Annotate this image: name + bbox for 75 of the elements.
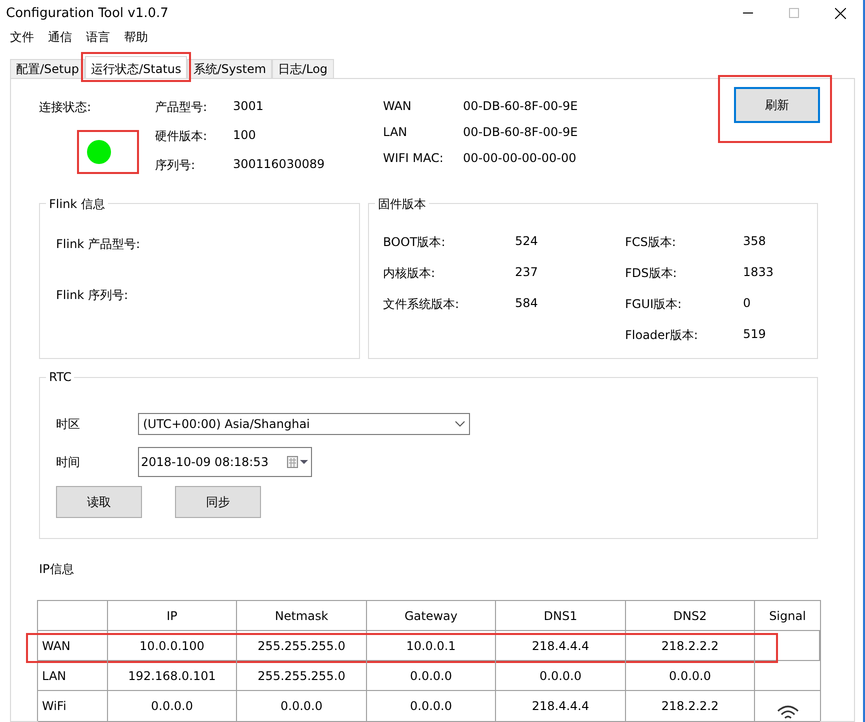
column-header: Gateway: [367, 601, 496, 631]
field-label: Floader版本:: [625, 327, 699, 344]
column-header: Signal: [755, 601, 820, 631]
menu-item[interactable]: 通信: [48, 28, 72, 46]
group-title: 固件版本: [375, 196, 429, 213]
table-cell: 192.168.0.101: [108, 661, 237, 691]
field-label: Flink 序列号:: [56, 287, 129, 304]
table-cell: 0.0.0.0: [237, 691, 367, 722]
table-cell: 0.0.0.0: [108, 691, 237, 722]
field-label: LAN: [383, 125, 408, 139]
calendar-icon[interactable]: [287, 456, 309, 468]
section-title: IP信息: [39, 561, 75, 578]
window-title: Configuration Tool v1.0.7: [6, 6, 168, 20]
field-value: 0: [743, 296, 752, 312]
action-button[interactable]: 读取: [56, 486, 142, 518]
field-value: 237: [515, 265, 539, 281]
field-value: 100: [233, 128, 257, 144]
timezone-dropdown[interactable]: (UTC+00:00) Asia/Shanghai: [138, 413, 470, 435]
field-value: 00-DB-60-8F-00-9E: [463, 125, 579, 139]
field-label: 文件系统版本:: [383, 296, 460, 313]
field-label: FGUI版本:: [625, 296, 683, 313]
table-cell: 218.2.2.2: [626, 631, 755, 661]
field-value: 358: [743, 234, 767, 250]
field-label: WIFI MAC:: [383, 151, 444, 165]
column-header: Netmask: [237, 601, 367, 631]
table-cell: 255.255.255.0: [237, 631, 367, 661]
field-value: 524: [515, 234, 539, 250]
column-header: DNS1: [496, 601, 626, 631]
table-cell: 10.0.0.100: [108, 631, 237, 661]
wifi-icon: [776, 705, 798, 721]
table-cell: WAN: [38, 631, 108, 661]
table-cell: 255.255.255.0: [237, 661, 367, 691]
table-cell: LAN: [38, 661, 108, 691]
field-label: FDS版本:: [625, 265, 678, 282]
field-label: FCS版本:: [625, 234, 677, 251]
field-value: 1833: [743, 265, 775, 281]
field-label: WAN: [383, 99, 412, 113]
field-label: 硬件版本:: [155, 128, 208, 145]
field-label: 产品型号:: [155, 99, 208, 116]
table-cell: 0.0.0.0: [626, 661, 755, 691]
column-header: DNS2: [626, 601, 755, 631]
menu-item[interactable]: 帮助: [124, 28, 148, 46]
table-cell: 218.4.4.4: [496, 631, 626, 661]
field-label: 内核版本:: [383, 265, 436, 282]
connection-label: 连接状态:: [39, 99, 92, 116]
table-cell: 0.0.0.0: [367, 661, 496, 691]
tab[interactable]: 配置/Setup: [10, 59, 85, 78]
menu-item[interactable]: 语言: [86, 28, 110, 46]
tab[interactable]: 日志/Log: [272, 59, 334, 78]
field-label: 时区: [56, 416, 81, 432]
table-cell: WiFi: [38, 691, 108, 722]
action-button[interactable]: 同步: [175, 486, 261, 518]
field-label: BOOT版本:: [383, 234, 446, 251]
table-cell: 0.0.0.0: [367, 691, 496, 722]
table-cell: 0.0.0.0: [496, 661, 626, 691]
field-label: 时间: [56, 454, 81, 470]
field-label: 序列号:: [155, 157, 196, 174]
group-title: RTC: [46, 370, 74, 384]
column-header: IP: [108, 601, 237, 631]
datetime-picker[interactable]: 2018-10-09 08:18:53: [138, 447, 312, 477]
field-value: 300116030089: [233, 157, 326, 173]
field-value: 00-DB-60-8F-00-9E: [463, 99, 579, 113]
field-label: Flink 产品型号:: [56, 236, 141, 253]
field-value: 584: [515, 296, 539, 312]
table-cell: 218.2.2.2: [626, 691, 755, 722]
field-value: 519: [743, 327, 767, 343]
table-cell: 218.4.4.4: [496, 691, 626, 722]
refresh-button[interactable]: 刷新: [734, 87, 820, 123]
group-title: Flink 信息: [46, 196, 108, 213]
chevron-icon: [455, 421, 465, 427]
field-value: 3001: [233, 99, 265, 115]
table-cell: 10.0.0.1: [367, 631, 496, 661]
menu-item[interactable]: 文件: [10, 28, 34, 46]
field-value: 00-00-00-00-00-00: [463, 151, 578, 165]
tab[interactable]: 系统/System: [187, 59, 272, 78]
